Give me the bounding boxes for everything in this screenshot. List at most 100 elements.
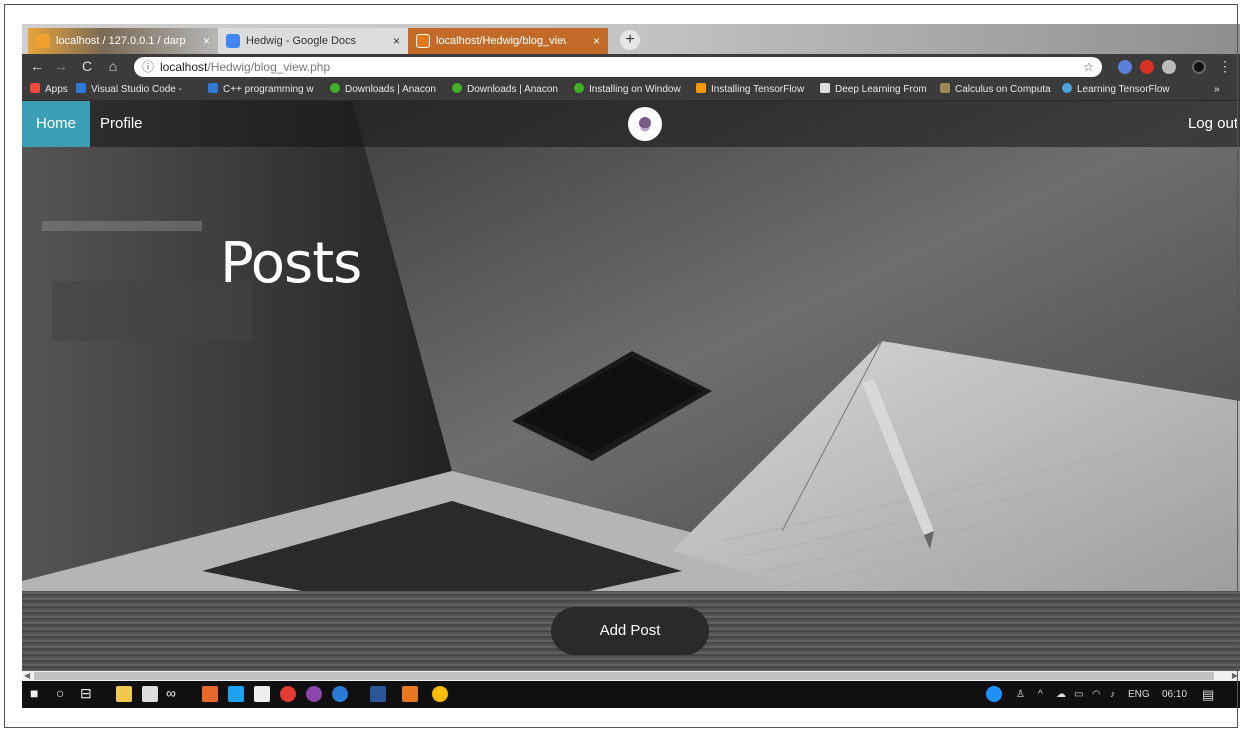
reload-icon[interactable]: C	[78, 58, 96, 74]
app-icon[interactable]	[402, 686, 418, 702]
vscode-icon	[208, 83, 218, 93]
tab-label: localhost/Hedwig/blog_view.php	[436, 35, 566, 47]
notifications-icon[interactable]: ▤	[1202, 681, 1214, 708]
forward-arrow-icon[interactable]: →	[52, 58, 70, 74]
app-icon[interactable]	[202, 686, 218, 702]
extension-icon[interactable]	[1118, 60, 1132, 74]
url-text: localhost/Hedwig/blog_view.php	[160, 57, 330, 77]
browser-window: localhost / 127.0.0.1 / darpesh × Hedwig…	[22, 24, 1240, 708]
vscode-icon	[76, 83, 86, 93]
twitter-icon[interactable]	[228, 686, 244, 702]
help-icon[interactable]	[986, 686, 1002, 702]
bookmark-learning-tensorflow[interactable]: Learning TensorFlow	[1062, 80, 1182, 100]
mail-icon[interactable]	[254, 686, 270, 702]
tab-close-icon[interactable]: ×	[203, 28, 210, 54]
people-icon[interactable]: ♙	[1016, 681, 1025, 708]
onedrive-icon[interactable]: ☁	[1056, 681, 1066, 708]
nav-logout-link[interactable]: Log out	[1188, 101, 1238, 147]
language-indicator[interactable]: ENG	[1128, 681, 1150, 708]
google-docs-favicon-icon	[226, 34, 240, 48]
new-tab-button[interactable]: +	[620, 30, 640, 50]
page-content: Home Profile Log out Posts Add Post	[22, 101, 1240, 671]
tab-google-docs[interactable]: Hedwig - Google Docs ×	[218, 28, 408, 54]
tab-label: Hedwig - Google Docs	[246, 35, 357, 47]
bookmark-label: Visual Studio Code -	[91, 84, 182, 95]
phpmyadmin-favicon-icon	[36, 34, 50, 48]
task-view-icon[interactable]: ⊟	[80, 684, 92, 702]
profile-avatar-icon[interactable]	[1192, 60, 1206, 74]
bookmark-calculus[interactable]: Calculus on Computa	[940, 80, 1052, 100]
share-icon	[1062, 83, 1072, 93]
tab-close-icon[interactable]: ×	[593, 28, 600, 54]
bookmark-deep-learning[interactable]: Deep Learning From	[820, 80, 930, 100]
tab-blog-view[interactable]: localhost/Hedwig/blog_view.php ×	[408, 28, 608, 54]
address-bar[interactable]: ⓘ localhost/Hedwig/blog_view.php ☆	[134, 57, 1102, 77]
tensorflow-icon	[696, 83, 706, 93]
file-explorer-icon[interactable]	[116, 686, 132, 702]
anaconda-icon	[330, 83, 340, 93]
chrome-icon[interactable]	[432, 686, 448, 702]
home-icon[interactable]: ⌂	[104, 58, 122, 74]
horizontal-scrollbar[interactable]: ◀ ▶	[22, 671, 1240, 681]
edge-browser-icon[interactable]	[332, 686, 348, 702]
tab-label: localhost / 127.0.0.1 / darpesh	[56, 35, 186, 47]
bookmark-label: C++ programming w	[223, 84, 314, 95]
bookmark-tensorflow[interactable]: Installing TensorFlow	[696, 80, 808, 100]
bookmark-installing-windows[interactable]: Installing on Window	[574, 80, 684, 100]
url-path: /Hedwig/blog_view.php	[207, 60, 331, 74]
back-arrow-icon[interactable]: ←	[28, 58, 46, 74]
scrollbar-thumb[interactable]	[34, 672, 1214, 680]
apps-grid-icon	[30, 83, 40, 93]
page-icon	[820, 83, 830, 93]
hero-background-image	[22, 101, 1240, 671]
app-icon[interactable]	[280, 686, 296, 702]
bookmark-anaconda-2[interactable]: Downloads | Anacon	[452, 80, 562, 100]
extension-icon[interactable]	[1162, 60, 1176, 74]
add-post-button[interactable]: Add Post	[551, 607, 709, 655]
app-icon[interactable]	[306, 686, 322, 702]
site-favicon-icon	[416, 34, 430, 48]
site-navbar: Home Profile Log out	[22, 101, 1240, 147]
bookmark-label: Downloads | Anacon	[467, 84, 558, 95]
bookmark-star-icon[interactable]: ☆	[1083, 57, 1094, 77]
bookmark-label: Apps	[45, 84, 68, 95]
nav-home-link[interactable]: Home	[22, 101, 90, 147]
clock[interactable]: 06:10	[1162, 681, 1187, 708]
browser-toolbar: ← → C ⌂ ⓘ localhost/Hedwig/blog_view.php…	[22, 54, 1240, 80]
bookmark-anaconda-1[interactable]: Downloads | Anacon	[330, 80, 440, 100]
tab-close-icon[interactable]: ×	[393, 28, 400, 54]
bookmarks-bar: Apps Visual Studio Code - C++ programmin…	[22, 80, 1240, 101]
wifi-icon[interactable]: ◠	[1092, 681, 1101, 708]
scroll-left-arrow-icon[interactable]: ◀	[24, 671, 30, 681]
volume-icon[interactable]: ♪	[1110, 681, 1115, 708]
browser-menu-icon[interactable]: ⋮	[1216, 58, 1234, 75]
scroll-right-arrow-icon[interactable]: ▶	[1232, 671, 1238, 681]
tab-phpmyadmin[interactable]: localhost / 127.0.0.1 / darpesh ×	[28, 28, 218, 54]
windows-start-icon[interactable]: ■	[30, 684, 38, 702]
bookmarks-overflow-button[interactable]: »	[1214, 80, 1220, 100]
bookmark-vscode[interactable]: Visual Studio Code -	[76, 80, 186, 100]
site-logo-icon[interactable]	[628, 107, 662, 141]
battery-icon[interactable]: ▭	[1074, 681, 1083, 708]
bookmark-label: Installing TensorFlow	[711, 84, 805, 95]
site-info-icon[interactable]: ⓘ	[142, 57, 154, 77]
nav-profile-link[interactable]: Profile	[100, 101, 143, 147]
chevron-up-icon[interactable]: ^	[1038, 681, 1043, 708]
word-icon[interactable]	[370, 686, 386, 702]
bookmark-apps[interactable]: Apps	[30, 80, 68, 100]
url-host: localhost	[160, 60, 208, 74]
bookmark-label: Deep Learning From	[835, 84, 927, 95]
search-icon[interactable]: ○	[56, 684, 64, 702]
adblock-extension-icon[interactable]	[1140, 60, 1154, 74]
bookmark-label: Installing on Window	[589, 84, 681, 95]
bookmark-label: Learning TensorFlow	[1077, 84, 1170, 95]
infinity-app-icon[interactable]: ∞	[166, 684, 176, 702]
anaconda-icon	[452, 83, 462, 93]
page-title: Posts	[220, 231, 362, 296]
bookmark-cpp[interactable]: C++ programming w	[208, 80, 318, 100]
tab-strip: localhost / 127.0.0.1 / darpesh × Hedwig…	[22, 24, 1240, 54]
store-icon[interactable]	[142, 686, 158, 702]
windows-taskbar: ■ ○ ⊟ ∞ ♙ ^ ☁ ▭ ◠ ♪ ENG 06:10 ▤	[22, 681, 1240, 708]
anaconda-icon	[574, 83, 584, 93]
bookmark-label: Downloads | Anacon	[345, 84, 436, 95]
